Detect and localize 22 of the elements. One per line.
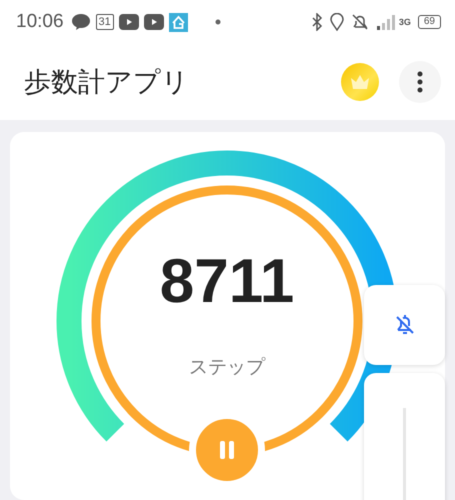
menu-button[interactable]: [399, 61, 441, 103]
bell-off-icon: [350, 13, 369, 31]
battery-level: 69: [418, 15, 441, 29]
crown-icon: [350, 74, 370, 90]
calendar-day: 31: [96, 14, 114, 30]
premium-button[interactable]: [341, 63, 379, 101]
mute-button[interactable]: [364, 285, 445, 365]
signal-icon: [376, 13, 396, 31]
pause-icon: [218, 440, 236, 460]
location-pin-icon: [330, 13, 344, 31]
network-type: 3G: [398, 17, 411, 27]
menu-icon: [417, 71, 423, 93]
dot-icon: [214, 19, 221, 25]
house-icon: [168, 12, 188, 32]
step-count: 8711: [158, 247, 296, 317]
step-label: ステップ: [188, 355, 266, 380]
play-icon: [118, 14, 139, 30]
chat-bubble-icon: [70, 13, 91, 31]
bluetooth-icon: [310, 13, 323, 31]
app-title: 歩数計アプリ: [24, 66, 190, 100]
play-icon: [144, 14, 164, 30]
status-time: 10:06: [16, 11, 64, 33]
